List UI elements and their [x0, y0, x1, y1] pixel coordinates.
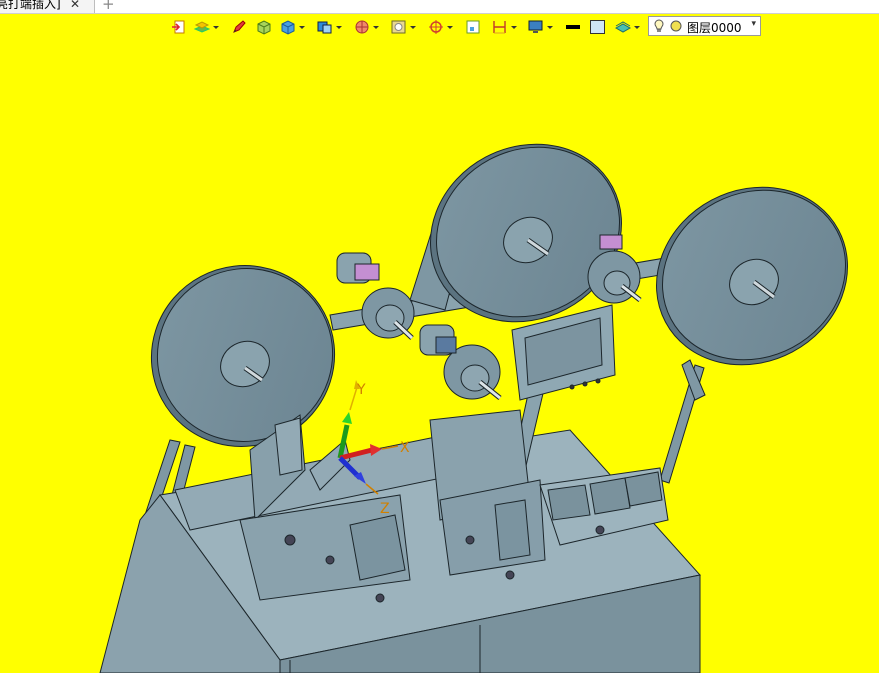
document-tab[interactable]: 亮打端插入] ✕: [0, 0, 95, 13]
y-axis-label: Y: [356, 382, 366, 398]
chevron-down-icon[interactable]: ▾: [751, 19, 756, 29]
box-face-icon[interactable]: [255, 16, 273, 38]
view-orientation-icon[interactable]: [316, 16, 342, 38]
left-reel: [150, 265, 336, 447]
document-tab-title: 亮打端插入]: [0, 0, 61, 11]
layer-stack-icon[interactable]: [193, 16, 219, 38]
cad-machine-model: [99, 143, 848, 673]
sphere-render-icon[interactable]: [353, 16, 379, 38]
cube-icon[interactable]: [279, 16, 305, 38]
layer-visibility-icon[interactable]: [614, 16, 640, 38]
snap-target-icon[interactable]: [427, 16, 453, 38]
layer-selector[interactable]: 图层0000 ▾: [648, 16, 761, 36]
frame-select-icon[interactable]: [465, 16, 481, 38]
x-axis-label: X: [400, 440, 410, 456]
layer-color-icon: [670, 20, 682, 32]
lightbulb-icon[interactable]: [654, 19, 684, 33]
center-reel: [430, 143, 622, 323]
exit-icon[interactable]: [170, 16, 186, 38]
pencil-icon[interactable]: [231, 16, 247, 38]
add-tab-icon[interactable]: +: [102, 0, 115, 13]
measure-icon[interactable]: [491, 16, 517, 38]
monitor-icon[interactable]: [527, 16, 553, 38]
line-color-swatch[interactable]: [564, 16, 582, 38]
fill-color-swatch[interactable]: [589, 16, 607, 38]
display-style-icon[interactable]: [390, 16, 416, 38]
model-viewport[interactable]: Y X Z: [0, 40, 879, 673]
close-tab-icon[interactable]: ✕: [70, 0, 80, 11]
document-tab-bar: 亮打端插入] ✕ +: [0, 0, 879, 14]
right-reel: [656, 186, 848, 366]
layer-name: 图层0000: [687, 21, 742, 35]
z-axis-label: Z: [380, 501, 390, 517]
